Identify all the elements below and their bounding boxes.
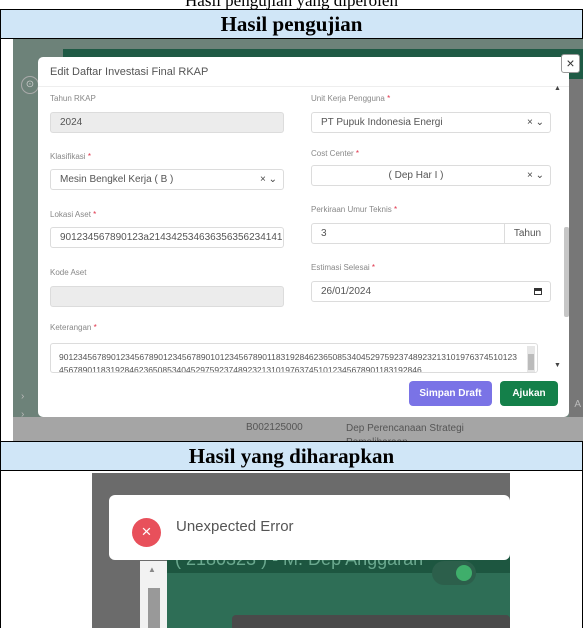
toggle-knob <box>456 565 472 581</box>
calendar-icon[interactable] <box>534 288 542 295</box>
umur-unit: Tahun <box>504 224 550 243</box>
label-cost-center: Cost Center * <box>311 149 360 158</box>
label-lokasi: Lokasi Aset * <box>50 210 97 219</box>
background-scroll-strip <box>569 79 583 439</box>
background-dept: Dep Perencanaan Strategi Pemeliharaan <box>346 423 464 441</box>
error-toast: × Unexpected Error <box>109 495 510 560</box>
umur-input[interactable]: 3 Tahun <box>311 223 551 244</box>
screenshot-expected-result: ( 2180323 ) - M. Dep Anggaran ▲ × Unexpe… <box>92 473 510 628</box>
label-klasifikasi: Klasifikasi * <box>50 152 91 161</box>
textarea-scrollbar[interactable] <box>527 346 535 372</box>
label-keterangan: Keterangan * <box>50 323 97 332</box>
select-clear-chevron-icon[interactable]: × ⌄ <box>260 170 277 189</box>
table-border-left <box>0 39 1 628</box>
unit-kerja-select[interactable]: PT Pupuk Indonesia Energi × ⌄ <box>311 112 551 133</box>
background-circle-icon: ⊙ <box>21 76 39 94</box>
scroll-up-arrow-icon[interactable]: ▲ <box>554 85 561 92</box>
background-toggle <box>432 561 476 585</box>
label-kode: Kode Aset <box>50 268 87 277</box>
edit-modal: Edit Daftar Investasi Final RKAP Tahun R… <box>38 57 569 417</box>
screenshot-test-result: ⊙ › › B002125000 Dep Perencanaan Strateg… <box>13 39 583 441</box>
select-clear-chevron-icon[interactable]: × ⌄ <box>527 113 544 132</box>
keterangan-textarea[interactable]: 9012345678901234567890123456789010123456… <box>50 343 538 373</box>
toast-message: Unexpected Error <box>176 518 294 535</box>
background-code: B002125000 <box>246 422 303 433</box>
background-box <box>232 615 510 628</box>
kode-field <box>50 286 284 307</box>
lokasi-input[interactable]: 901234567890123a214342534636356356234141… <box>50 227 284 248</box>
label-estimasi: Estimasi Selesai * <box>311 263 376 272</box>
klasifikasi-select[interactable]: Mesin Bengkel Kerja ( B ) × ⌄ <box>50 169 284 190</box>
label-unit-kerja: Unit Kerja Pengguna * <box>311 94 391 103</box>
error-close-icon: × <box>132 518 161 547</box>
select-clear-chevron-icon[interactable]: × ⌄ <box>527 166 544 185</box>
background-scrollbar: ▲ <box>140 561 167 628</box>
tahun-field: 2024 <box>50 112 284 133</box>
close-icon[interactable]: × <box>561 54 580 73</box>
scrollbar-thumb[interactable] <box>564 227 569 317</box>
modal-scrollbar[interactable] <box>564 87 569 387</box>
estimasi-date-input[interactable]: 26/01/2024 <box>311 281 551 302</box>
scroll-down-arrow-icon[interactable]: ▼ <box>554 362 561 369</box>
caption-expected-result: Hasil yang diharapkan <box>0 441 583 471</box>
simpan-draft-button[interactable]: Simpan Draft <box>409 381 492 406</box>
chevron-right-icon: › <box>21 391 25 402</box>
label-tahun: Tahun RKAP <box>50 94 96 103</box>
background-glyph: A <box>574 399 581 410</box>
scroll-up-arrow-icon: ▲ <box>148 565 156 574</box>
modal-header: Edit Daftar Investasi Final RKAP <box>38 57 569 87</box>
label-umur: Perkiraan Umur Teknis * <box>311 205 398 214</box>
ajukan-button[interactable]: Ajukan <box>500 381 558 406</box>
caption-test-result: Hasil pengujian <box>0 9 583 39</box>
cost-center-select[interactable]: ( Dep Har I ) × ⌄ <box>311 165 551 186</box>
scrollbar-thumb <box>148 588 160 628</box>
modal-title: Edit Daftar Investasi Final RKAP <box>50 66 209 78</box>
